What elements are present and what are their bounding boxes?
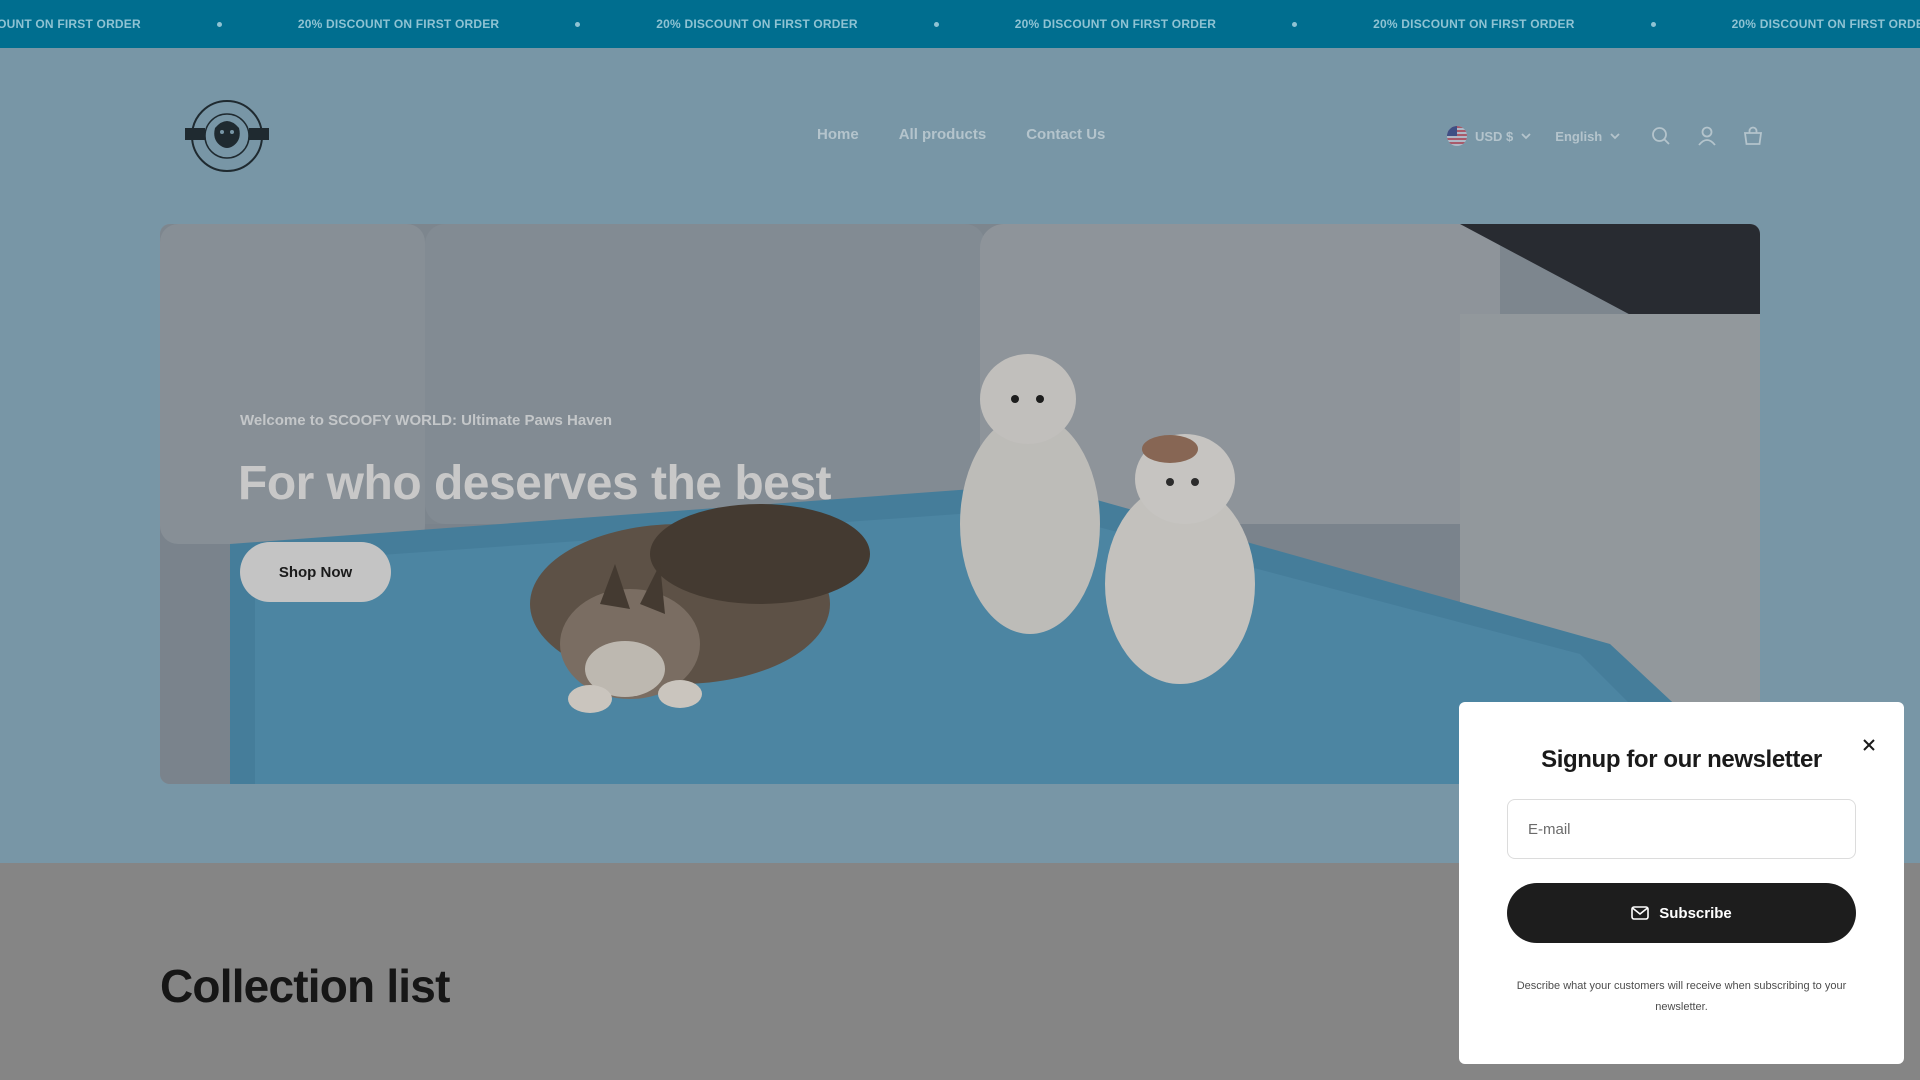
announcement-track: SCOUNT ON FIRST ORDER 20% DISCOUNT ON FI…	[0, 0, 1920, 48]
announcement-item: 20% DISCOUNT ON FIRST ORDER	[1373, 17, 1575, 31]
nav-home[interactable]: Home	[817, 126, 859, 143]
logo-icon	[185, 100, 269, 172]
announcement-separator	[1292, 21, 1298, 27]
cart-icon[interactable]	[1742, 125, 1764, 147]
announcement-item: 20% DISCOUNT ON FIRST ORDER	[1014, 17, 1217, 31]
chevron-down-icon	[1610, 133, 1620, 140]
nav-contact-us[interactable]: Contact Us	[1026, 126, 1105, 143]
announcement-separator	[575, 21, 581, 27]
us-flag-icon	[1447, 126, 1467, 146]
announcement-separator	[933, 21, 939, 27]
announcement-item: 20% DISCOUNT ON FIRST ORDER	[656, 17, 858, 31]
announcement-item: 20% DISCOUNT ON FIRST ORDER	[297, 17, 500, 31]
collection-title: Collection list	[160, 960, 450, 1012]
announcement-separator	[1650, 21, 1656, 27]
nav-all-products[interactable]: All products	[899, 126, 987, 143]
language-selector[interactable]: English	[1555, 129, 1602, 144]
announcement-separator	[216, 21, 222, 27]
newsletter-title: Signup for our newsletter	[1541, 746, 1822, 773]
chevron-down-icon	[1521, 133, 1531, 140]
main-nav: Home All products Contact Us	[817, 126, 1105, 143]
newsletter-description: Describe what your customers will receiv…	[1516, 980, 1847, 1013]
email-field[interactable]	[1507, 799, 1856, 859]
announcement-item: 20% DISCOUNT ON FIRST ORDER	[1731, 17, 1920, 31]
currency-selector[interactable]: USD $	[1475, 129, 1513, 144]
hero-subtitle: Welcome to SCOOFY WORLD: Ultimate Paws H…	[240, 412, 613, 429]
hero-banner: Welcome to SCOOFY WORLD: Ultimate Paws H…	[160, 224, 1760, 784]
header-actions: USD $ English	[1447, 124, 1764, 148]
newsletter-popup: Signup for our newsletter Subscribe Desc…	[1459, 702, 1904, 1064]
hero-title: For who deserves the best	[238, 457, 832, 510]
shop-now-button[interactable]: Shop Now	[240, 542, 391, 602]
store-logo[interactable]	[184, 98, 270, 174]
mail-icon	[1631, 906, 1650, 920]
search-icon[interactable]	[1650, 125, 1672, 147]
account-icon[interactable]	[1696, 125, 1718, 147]
announcement-bar: SCOUNT ON FIRST ORDER 20% DISCOUNT ON FI…	[0, 0, 1920, 48]
announcement-item: SCOUNT ON FIRST ORDER	[0, 17, 141, 31]
subscribe-label: Subscribe	[1659, 904, 1732, 922]
subscribe-button[interactable]: Subscribe	[1507, 883, 1856, 943]
